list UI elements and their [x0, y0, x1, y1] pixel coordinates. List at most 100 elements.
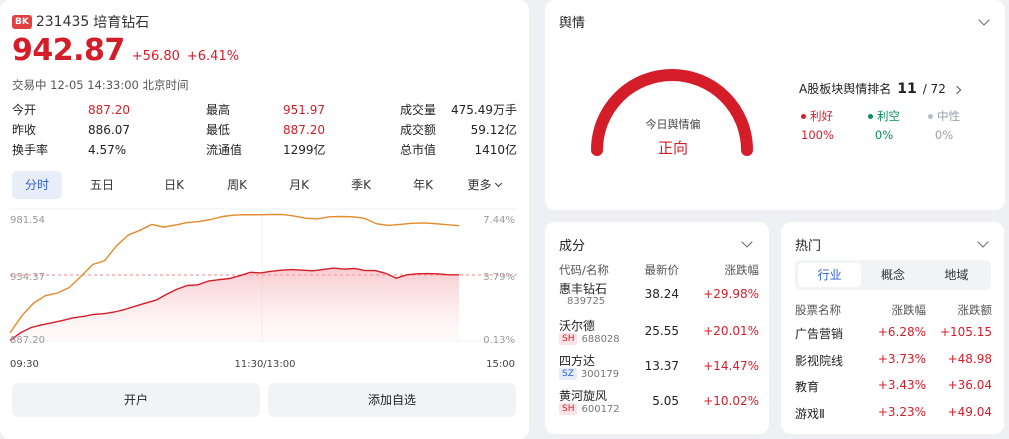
- negative-dot-icon: [868, 114, 873, 119]
- col-header-pct: 涨跌幅: [891, 303, 927, 317]
- stat-label: 今开: [12, 103, 37, 117]
- sentiment-panel: 舆情 今日舆情偏 正向 A股板块舆情排名 11 / 72 利好 100% 利空 …: [545, 0, 1005, 210]
- title-row: BK 231435 培育钻石: [12, 12, 149, 32]
- sector-amt: +105.15: [939, 325, 992, 339]
- legend-negative: 利空 0%: [868, 108, 900, 142]
- chart-period-tabs: 分时 五日 日K 周K 月K 季K 年K 更多: [12, 171, 517, 199]
- stats-grid: 今开 887.20 最高 951.97 成交量 475.49万手 昨收 886.…: [12, 100, 517, 160]
- stat-value: 951.97: [283, 103, 325, 117]
- sector-name: 游戏Ⅱ: [795, 407, 825, 421]
- market-badge: SZ: [559, 368, 577, 380]
- sector-name: 培育钻石: [93, 15, 150, 31]
- hot-row[interactable]: 教育 +3.43% +36.04: [795, 378, 992, 398]
- stats-row: 昨收 886.07 最低 887.20 成交额 59.12亿: [12, 120, 517, 140]
- stock-name: 黄河旋风: [559, 389, 608, 403]
- legend-pct: 0%: [874, 128, 894, 142]
- stock-code-line: SZ 300179: [559, 368, 619, 380]
- stat-value: 887.20: [283, 123, 325, 137]
- stats-row: 今开 887.20 最高 951.97 成交量 475.49万手: [12, 100, 517, 120]
- hot-title: 热门: [795, 239, 822, 254]
- stat-value: 886.07: [88, 123, 130, 137]
- component-row[interactable]: 沃尔德 SH 688028 25.55 +20.01%: [559, 317, 759, 347]
- stat-value: 4.57%: [88, 143, 127, 157]
- component-row[interactable]: 黄河旋风 SH 600172 5.05 +10.02%: [559, 387, 759, 417]
- stock-code: 600172: [581, 403, 620, 415]
- intraday-chart[interactable]: 981.54 934.37 887.20 7.44% 3.79% 0.13% 0…: [0, 205, 529, 375]
- x-tick-open: 09:30: [10, 359, 39, 370]
- quote-panel: BK 231435 培育钻石 942.87 +56.80 +6.41% 交易中 …: [0, 0, 529, 439]
- hot-row[interactable]: 影视院线 +3.73% +48.98: [795, 352, 992, 372]
- neutral-dot-icon: [928, 114, 933, 119]
- stat-label: 成交量: [400, 103, 437, 117]
- sector-name: 影视院线: [795, 354, 844, 368]
- add-watchlist-button[interactable]: 添加自选: [268, 383, 516, 417]
- stat-value: 887.20: [88, 103, 130, 117]
- stock-code-line: 839725: [559, 296, 605, 307]
- tab-yearly-k[interactable]: 年K: [392, 171, 454, 199]
- y-tick-right-mid: 3.79%: [483, 272, 515, 283]
- tab-quarterly-k[interactable]: 季K: [330, 171, 392, 199]
- stat-value: 1410亿: [474, 143, 517, 157]
- sector-name: 教育: [795, 380, 820, 394]
- tab-more[interactable]: 更多: [454, 171, 514, 199]
- chevron-down-icon: [494, 179, 502, 188]
- hot-row[interactable]: 广告营销 +6.28% +105.15: [795, 325, 992, 345]
- open-account-button[interactable]: 开户: [12, 383, 260, 417]
- tab-daily-k[interactable]: 日K: [142, 171, 206, 199]
- tab-region[interactable]: 地域: [925, 263, 988, 287]
- chevron-right-icon: [952, 85, 962, 95]
- tab-industry[interactable]: 行业: [798, 263, 862, 287]
- tab-intraday[interactable]: 分时: [12, 171, 62, 199]
- chevron-down-icon[interactable]: [741, 236, 753, 248]
- component-row[interactable]: 四方达 SZ 300179 13.37 +14.47%: [559, 352, 759, 382]
- sector-pct: +3.43%: [877, 378, 926, 392]
- gauge-value: 正向: [657, 139, 688, 157]
- rank-value: 11: [897, 81, 917, 97]
- stat-label: 成交额: [400, 123, 437, 137]
- components-header: 代码/名称 最新价 涨跌幅: [559, 262, 759, 278]
- tab-monthly-k[interactable]: 月K: [268, 171, 330, 199]
- components-panel: 成分 代码/名称 最新价 涨跌幅 惠丰钻石 839725 38.24 +29.9…: [545, 222, 769, 434]
- stock-change: +14.47%: [703, 359, 759, 373]
- rank-label: A股板块舆情排名: [799, 82, 892, 96]
- tab-more-label: 更多: [467, 178, 492, 192]
- stats-row: 换手率 4.57% 流通值 1299亿 总市值 1410亿: [12, 140, 517, 160]
- sector-badge: BK: [12, 15, 32, 29]
- tab-five-day[interactable]: 五日: [62, 171, 142, 199]
- tab-concept[interactable]: 概念: [861, 263, 924, 287]
- hot-row[interactable]: 游戏Ⅱ +3.23% +49.04: [795, 405, 992, 425]
- col-header-amt: 涨跌额: [957, 303, 993, 317]
- chevron-down-icon[interactable]: [978, 14, 990, 26]
- stock-code-line: SH 688028: [559, 333, 620, 345]
- price-row: 942.87 +56.80 +6.41%: [12, 34, 239, 68]
- stat-value: 475.49万手: [451, 103, 517, 117]
- hot-category-tabs: 行业 概念 地域: [795, 260, 991, 290]
- tab-weekly-k[interactable]: 周K: [206, 171, 268, 199]
- sector-pct: +3.23%: [877, 405, 926, 419]
- legend-pct: 0%: [934, 128, 954, 142]
- stock-code: 300179: [580, 368, 620, 380]
- y-tick-right-bottom: 0.13%: [483, 335, 515, 346]
- stock-code: 688028: [581, 333, 620, 345]
- stat-value: 59.12亿: [470, 123, 517, 137]
- trade-status: 交易中 12-05 14:33:00 北京时间: [12, 78, 189, 92]
- component-row[interactable]: 惠丰钻石 839725 38.24 +29.98%: [559, 280, 759, 310]
- col-header-change: 涨跌幅: [724, 263, 760, 277]
- chevron-down-icon[interactable]: [977, 236, 989, 248]
- stock-price: 13.37: [644, 359, 679, 373]
- sector-amt: +49.04: [947, 405, 992, 419]
- market-badge: SH: [559, 333, 578, 345]
- hot-header: 股票名称 涨跌幅 涨跌额: [795, 302, 992, 318]
- y-tick-left-top: 981.54: [10, 215, 45, 226]
- col-header-name: 股票名称: [795, 303, 841, 317]
- sector-code: 231435: [35, 14, 90, 30]
- sentiment-rank[interactable]: A股板块舆情排名 11 / 72: [799, 80, 962, 97]
- stat-label: 总市值: [400, 143, 437, 157]
- hot-panel: 热门 行业 概念 地域 股票名称 涨跌幅 涨跌额 广告营销 +6.28% +10…: [781, 222, 1004, 434]
- stock-name: 沃尔德: [559, 319, 596, 333]
- market-badge: SH: [559, 403, 578, 415]
- positive-dot-icon: [801, 114, 806, 119]
- x-tick-midday: 11:30/13:00: [234, 359, 295, 370]
- legend-neutral: 中性 0%: [928, 108, 960, 142]
- legend-positive: 利好 100%: [801, 108, 834, 142]
